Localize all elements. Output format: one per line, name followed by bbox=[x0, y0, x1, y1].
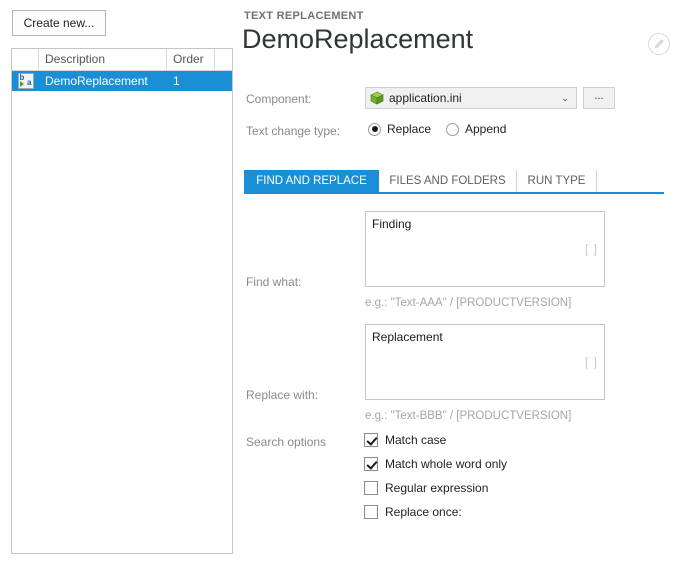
replace-with-hint: e.g.: "Text-BBB" / [PRODUCTVERSION] bbox=[365, 410, 571, 422]
grid-header-spacer bbox=[215, 49, 232, 70]
grid-header-order[interactable]: Order bbox=[167, 49, 215, 70]
checkbox-replace-once-mark bbox=[364, 505, 378, 519]
checkbox-match-whole-word-only-label: Match whole word only bbox=[385, 457, 507, 471]
radio-append[interactable]: Append bbox=[446, 122, 506, 136]
browse-button[interactable]: ... bbox=[583, 87, 615, 109]
find-what-input[interactable]: Finding [ ] bbox=[365, 211, 605, 287]
page-eyebrow: TEXT REPLACEMENT bbox=[244, 10, 364, 22]
replace-with-label: Replace with: bbox=[246, 388, 318, 402]
replace-with-variable-picker[interactable]: [ ] bbox=[585, 355, 598, 369]
component-dropdown[interactable]: application.ini ⌄ bbox=[365, 87, 577, 109]
checkbox-regular-expression[interactable]: Regular expression bbox=[364, 481, 488, 495]
row-order: 1 bbox=[167, 71, 215, 91]
items-grid[interactable]: Description Order b a DemoReplacement 1 bbox=[11, 48, 233, 554]
tab-run-type[interactable]: RUN TYPE bbox=[517, 170, 597, 192]
grid-header-row: Description Order bbox=[12, 49, 232, 71]
checkbox-replace-once[interactable]: Replace once: bbox=[364, 505, 462, 519]
checkbox-match-case-mark bbox=[364, 433, 378, 447]
pencil-glyph bbox=[653, 38, 665, 50]
checkbox-match-case[interactable]: Match case bbox=[364, 433, 446, 447]
replace-with-value: Replacement bbox=[372, 330, 443, 344]
find-what-label: Find what: bbox=[246, 275, 301, 289]
radio-append-label: Append bbox=[465, 122, 506, 136]
checkbox-regular-expression-label: Regular expression bbox=[385, 481, 488, 495]
search-options-label: Search options bbox=[246, 435, 326, 449]
create-new-button[interactable]: Create new... bbox=[12, 10, 106, 36]
tab-files-and-folders[interactable]: FILES AND FOLDERS bbox=[379, 170, 517, 192]
text-replacement-icon: b a bbox=[18, 73, 34, 89]
pencil-icon[interactable] bbox=[648, 33, 670, 55]
radio-replace-label: Replace bbox=[387, 122, 431, 136]
checkbox-replace-once-label: Replace once: bbox=[385, 505, 462, 519]
row-icon-cell: b a bbox=[12, 73, 39, 89]
checkbox-match-case-label: Match case bbox=[385, 433, 446, 447]
package-cube-icon bbox=[370, 91, 384, 105]
checkbox-match-whole-word-only-mark bbox=[364, 457, 378, 471]
grid-header-icon-column[interactable] bbox=[12, 49, 39, 70]
component-label: Component: bbox=[246, 92, 311, 106]
text-change-type-label: Text change type: bbox=[246, 124, 340, 138]
find-what-hint: e.g.: "Text-AAA" / [PRODUCTVERSION] bbox=[365, 297, 571, 309]
checkbox-regular-expression-mark bbox=[364, 481, 378, 495]
detail-panel: TEXT REPLACEMENT DemoReplacement Compone… bbox=[240, 0, 680, 563]
component-value: application.ini bbox=[389, 91, 557, 105]
tab-strip: FIND AND REPLACE FILES AND FOLDERS RUN T… bbox=[244, 170, 664, 194]
chevron-down-icon[interactable]: ⌄ bbox=[557, 93, 573, 103]
table-row[interactable]: b a DemoReplacement 1 bbox=[12, 71, 232, 91]
find-what-value: Finding bbox=[372, 217, 411, 231]
radio-replace[interactable]: Replace bbox=[368, 122, 431, 136]
tab-find-and-replace[interactable]: FIND AND REPLACE bbox=[244, 170, 379, 192]
item-list-panel: Create new... Description Order b a Demo… bbox=[0, 0, 240, 563]
replace-with-input[interactable]: Replacement [ ] bbox=[365, 324, 605, 400]
grid-header-description[interactable]: Description bbox=[39, 49, 167, 70]
radio-replace-mark bbox=[368, 123, 381, 136]
radio-append-mark bbox=[446, 123, 459, 136]
page-title: DemoReplacement bbox=[242, 24, 473, 55]
find-what-variable-picker[interactable]: [ ] bbox=[585, 242, 598, 256]
row-description: DemoReplacement bbox=[39, 71, 167, 91]
checkbox-match-whole-word-only[interactable]: Match whole word only bbox=[364, 457, 507, 471]
